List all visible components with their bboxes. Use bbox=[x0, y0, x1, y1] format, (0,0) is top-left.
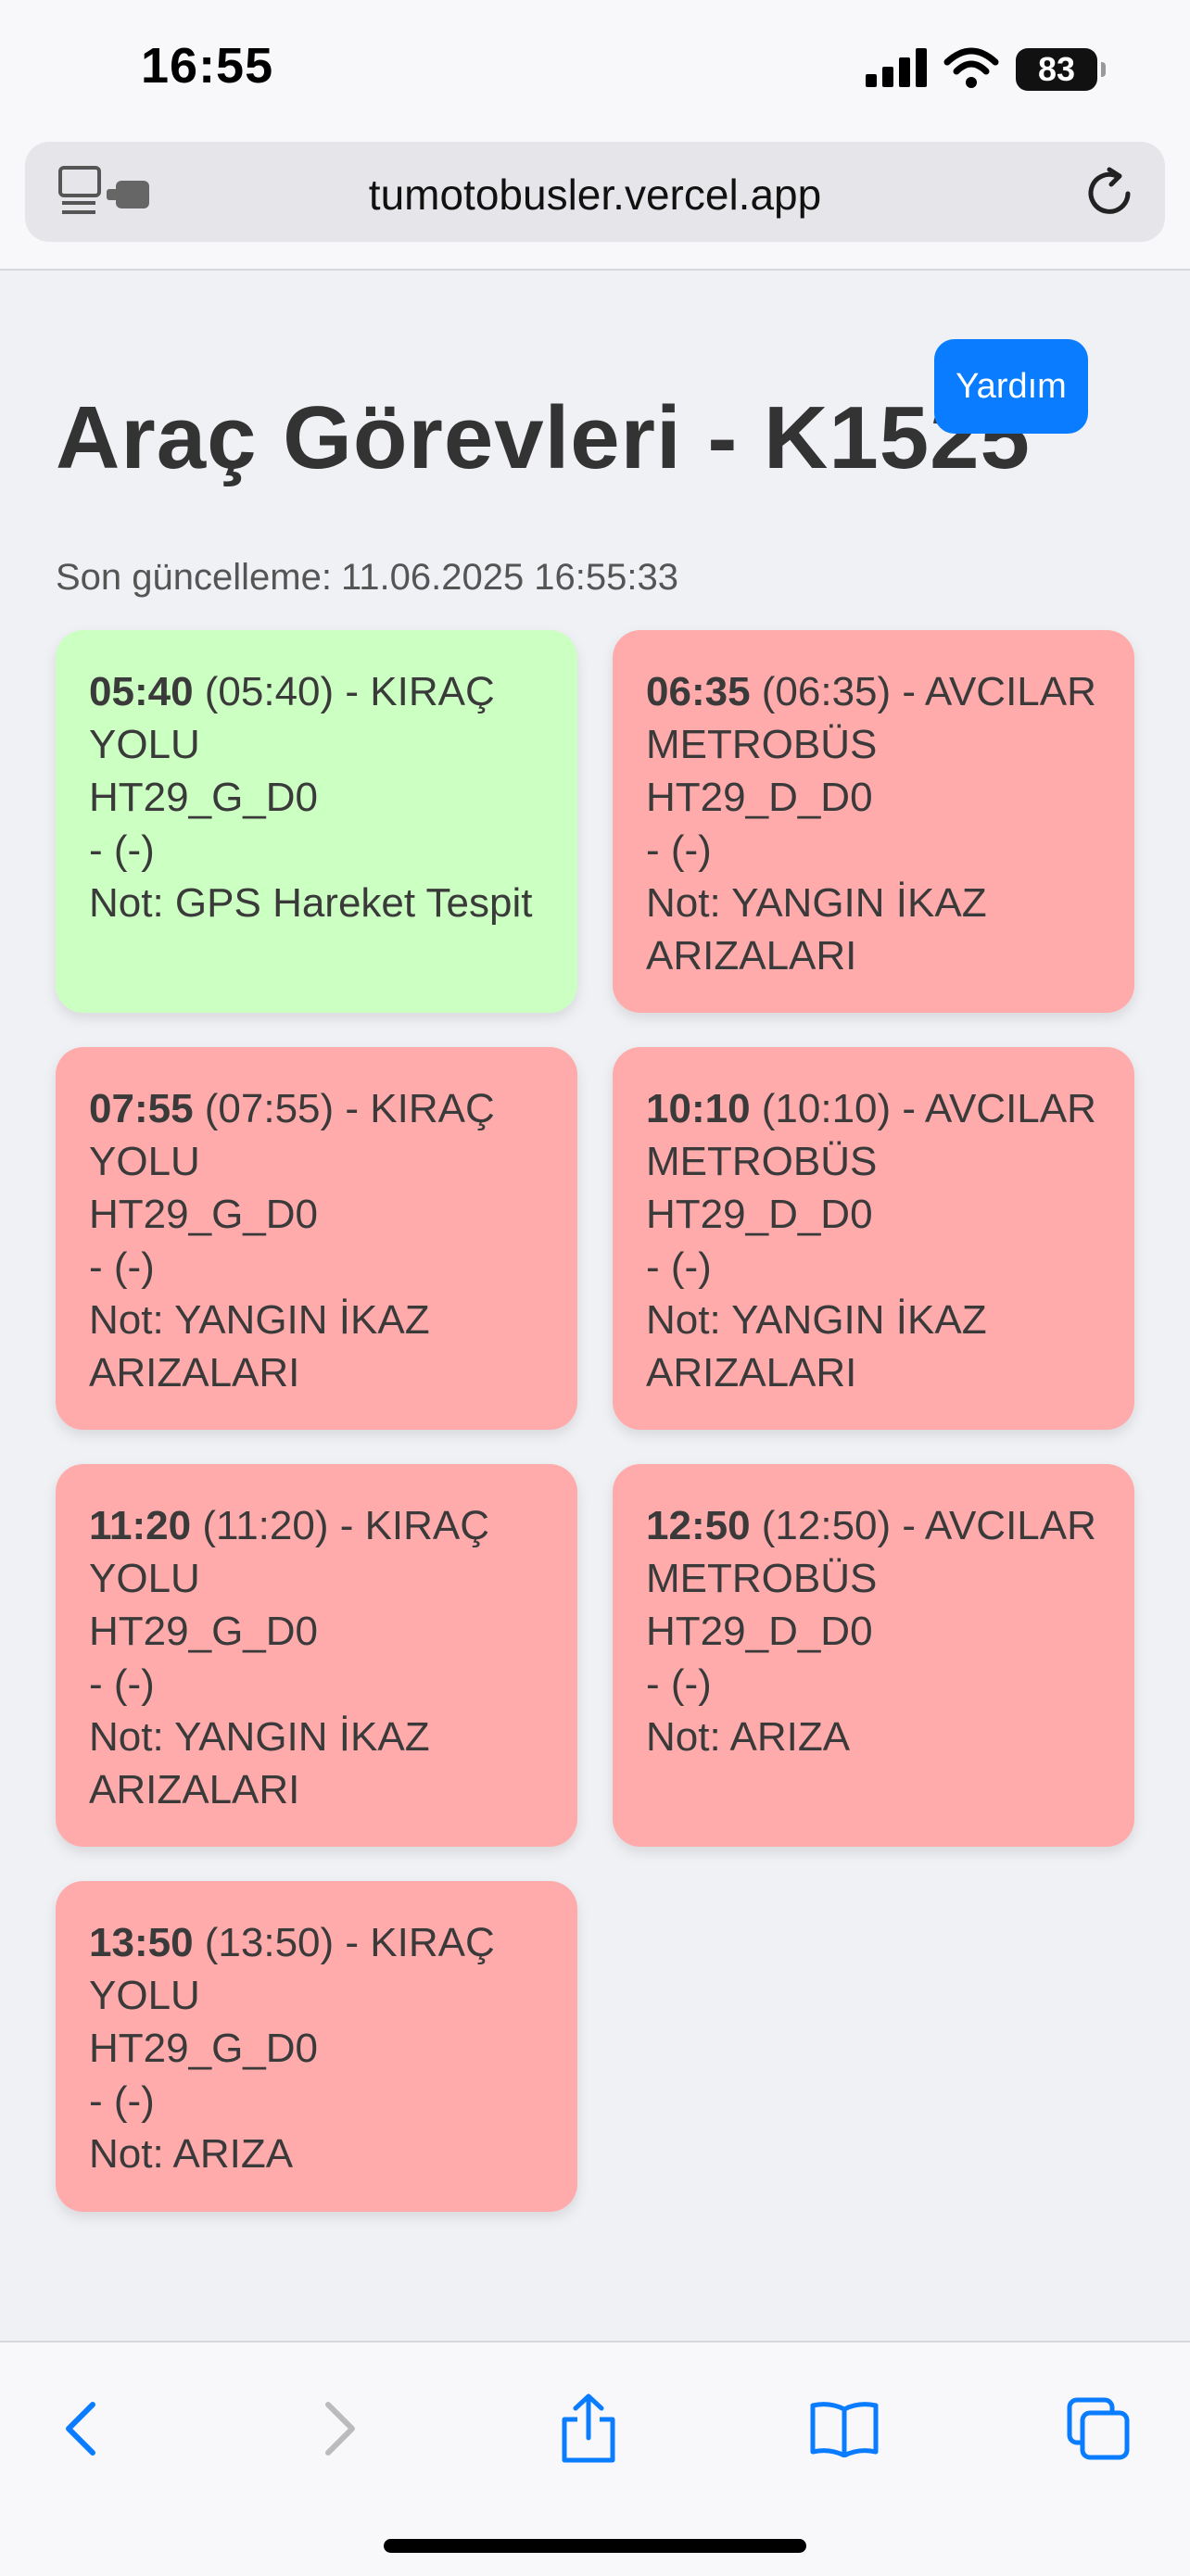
task-code: HT29_G_D0 bbox=[89, 1609, 319, 1654]
task-time: 13:50 bbox=[89, 1920, 194, 1965]
task-extra: - (-) bbox=[646, 1244, 712, 1290]
help-button[interactable]: Yardım bbox=[934, 339, 1088, 434]
battery-level: 83 bbox=[1037, 50, 1076, 88]
page-title: Araç Görevleri - K1525 bbox=[56, 388, 1031, 487]
status-icons: 83 bbox=[866, 46, 1106, 93]
reload-icon[interactable] bbox=[1083, 166, 1137, 224]
forward-icon[interactable] bbox=[298, 2387, 382, 2470]
task-card-grid: 05:40 (05:40) - KIRAÇ YOLU HT29_G_D0 - (… bbox=[56, 630, 1134, 2212]
status-time: 16:55 bbox=[141, 38, 274, 94]
task-code: HT29_D_D0 bbox=[646, 1192, 873, 1237]
status-bar: 16:55 83 bbox=[0, 0, 1190, 139]
last-updated-label: Son güncelleme: bbox=[56, 557, 332, 598]
wifi-icon bbox=[943, 47, 999, 93]
task-code: HT29_D_D0 bbox=[646, 775, 873, 820]
task-extra: - (-) bbox=[89, 1661, 155, 1707]
task-time: 11:20 bbox=[89, 1503, 192, 1548]
back-icon[interactable] bbox=[39, 2387, 122, 2470]
url-text[interactable]: tumotobusler.vercel.app bbox=[25, 170, 1165, 220]
task-card: 10:10 (10:10) - AVCILAR METROBÜS HT29_D_… bbox=[613, 1047, 1134, 1430]
task-note: Not: YANGIN İKAZ ARIZALARI bbox=[89, 1714, 430, 1812]
task-card: 07:55 (07:55) - KIRAÇ YOLU HT29_G_D0 - (… bbox=[56, 1047, 577, 1430]
task-extra: - (-) bbox=[646, 827, 712, 873]
task-extra: - (-) bbox=[89, 1244, 155, 1290]
task-note: Not: ARIZA bbox=[89, 2131, 294, 2177]
home-indicator bbox=[384, 2539, 806, 2553]
task-time: 10:10 bbox=[646, 1086, 751, 1131]
task-time: 07:55 bbox=[89, 1086, 194, 1131]
cellular-signal-icon bbox=[866, 47, 927, 92]
tab-switcher-icon[interactable] bbox=[1057, 2387, 1140, 2470]
task-note: Not: YANGIN İKAZ ARIZALARI bbox=[646, 1297, 987, 1395]
task-extra: - (-) bbox=[89, 2078, 155, 2124]
browser-top-bar: 16:55 83 tumotobusler.vercel.app bbox=[0, 0, 1190, 271]
task-card: 06:35 (06:35) - AVCILAR METROBÜS HT29_D_… bbox=[613, 630, 1134, 1013]
task-note: Not: GPS Hareket Tespit bbox=[89, 880, 533, 926]
task-time: 06:35 bbox=[646, 669, 751, 714]
task-card: 11:20 (11:20) - KIRAÇ YOLU HT29_G_D0 - (… bbox=[56, 1464, 577, 1847]
task-card: 13:50 (13:50) - KIRAÇ YOLU HT29_G_D0 - (… bbox=[56, 1881, 577, 2212]
task-extra: - (-) bbox=[89, 827, 155, 873]
task-code: HT29_G_D0 bbox=[89, 775, 319, 820]
last-updated: Son güncelleme: 11.06.2025 16:55:33 bbox=[56, 557, 678, 599]
task-card: 05:40 (05:40) - KIRAÇ YOLU HT29_G_D0 - (… bbox=[56, 630, 577, 1013]
last-updated-value: 11.06.2025 16:55:33 bbox=[340, 557, 679, 598]
task-code: HT29_G_D0 bbox=[89, 2026, 319, 2071]
task-card: 12:50 (12:50) - AVCILAR METROBÜS HT29_D_… bbox=[613, 1464, 1134, 1847]
battery-icon: 83 bbox=[1016, 48, 1106, 91]
share-icon[interactable] bbox=[547, 2387, 630, 2470]
task-note: Not: YANGIN İKAZ ARIZALARI bbox=[646, 880, 987, 979]
bookmarks-icon[interactable] bbox=[803, 2387, 886, 2470]
task-time: 12:50 bbox=[646, 1503, 751, 1548]
task-extra: - (-) bbox=[646, 1661, 712, 1707]
address-bar[interactable]: tumotobusler.vercel.app bbox=[25, 142, 1165, 242]
task-code: HT29_D_D0 bbox=[646, 1609, 873, 1654]
task-code: HT29_G_D0 bbox=[89, 1192, 319, 1237]
task-note: Not: ARIZA bbox=[646, 1714, 851, 1760]
task-note: Not: YANGIN İKAZ ARIZALARI bbox=[89, 1297, 430, 1395]
task-time: 05:40 bbox=[89, 669, 194, 714]
